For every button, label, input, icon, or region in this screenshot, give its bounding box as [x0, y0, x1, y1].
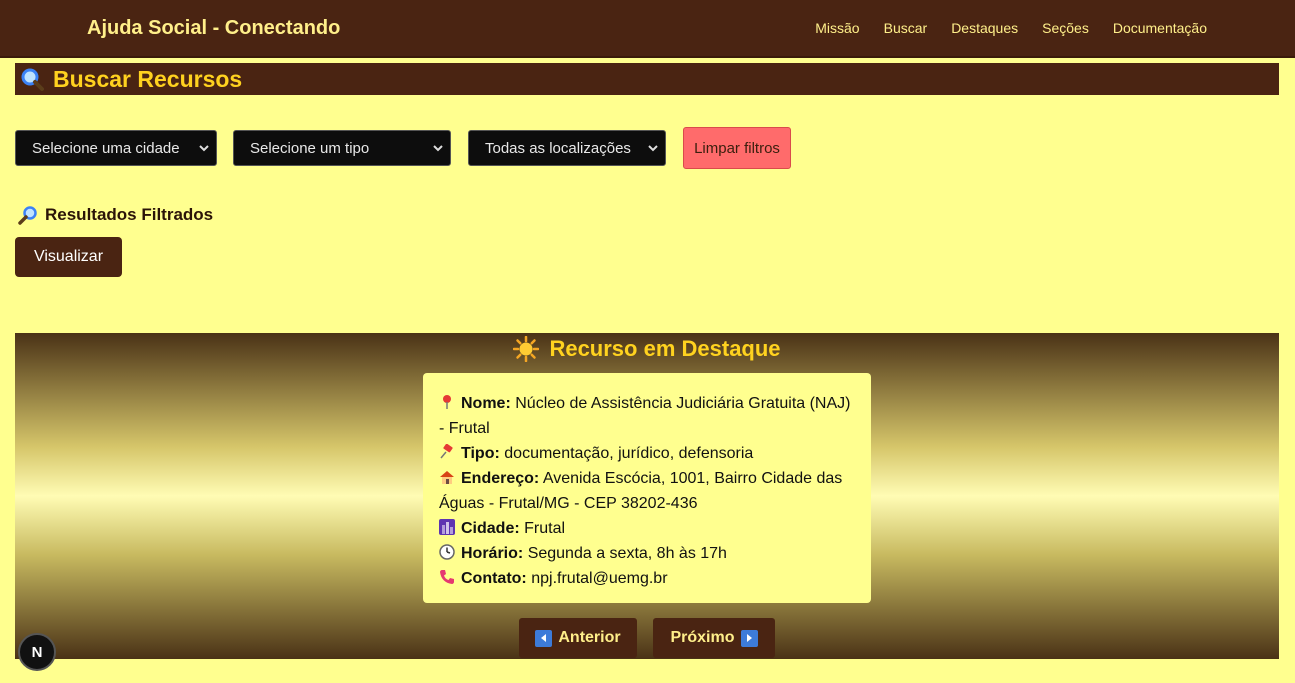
pin-icon [439, 393, 457, 409]
card-row-city: Cidade: Frutal [439, 516, 855, 541]
clock-icon [439, 543, 457, 560]
featured-title: Recurso em Destaque [15, 336, 1279, 362]
location-select-value: Todas as localizações [485, 139, 631, 157]
card-city-label: Cidade: [461, 520, 520, 537]
search-section-title: Buscar Recursos [53, 65, 243, 92]
city-icon [439, 518, 457, 535]
previous-button[interactable]: Anterior [519, 618, 637, 658]
card-contact-label: Contato: [461, 570, 527, 587]
search-section-header: Buscar Recursos [15, 63, 1279, 95]
nav-link-destaques[interactable]: Destaques [951, 20, 1018, 36]
chevron-down-icon [648, 145, 658, 152]
location-select[interactable]: Todas as localizações [468, 130, 666, 166]
pushpin-icon [439, 443, 457, 459]
brand-title[interactable]: Ajuda Social - Conectando [87, 17, 340, 40]
house-icon [439, 468, 457, 484]
card-row-hours: Horário: Segunda a sexta, 8h às 17h [439, 541, 855, 566]
chevron-down-icon [433, 145, 443, 152]
arrow-left-icon [535, 629, 553, 647]
nav-link-secoes[interactable]: Seções [1042, 20, 1089, 36]
card-row-name: Nome: Núcleo de Assistência Judiciária G… [439, 391, 855, 441]
phone-icon [439, 568, 457, 584]
type-select[interactable]: Selecione um tipo [233, 130, 451, 166]
card-type-value: documentação, jurídico, defensoria [504, 445, 754, 462]
results-heading-label: Resultados Filtrados [45, 205, 214, 224]
type-select-value: Selecione um tipo [250, 139, 370, 157]
card-row-address: Endereço: Avenida Escócia, 1001, Bairro … [439, 466, 855, 516]
card-row-contact: Contato: npj.frutal@uemg.br [439, 566, 855, 591]
chevron-down-icon [199, 145, 209, 152]
city-select[interactable]: Selecione uma cidade [15, 130, 217, 166]
top-navbar: Ajuda Social - Conectando Missão Buscar … [0, 0, 1295, 58]
clear-filters-button[interactable]: Limpar filtros [683, 127, 791, 169]
magnifier-icon [19, 66, 45, 92]
view-button[interactable]: Visualizar [15, 237, 122, 277]
nav-link-missao[interactable]: Missão [815, 20, 859, 36]
next-button-label: Próximo [670, 629, 735, 646]
card-address-label: Endereço: [461, 470, 540, 487]
card-type-label: Tipo: [461, 445, 500, 462]
card-name-label: Nome: [461, 395, 511, 412]
nav-link-buscar[interactable]: Buscar [884, 20, 928, 36]
featured-resource-card: Nome: Núcleo de Assistência Judiciária G… [423, 373, 871, 603]
arrow-right-icon [740, 629, 758, 647]
card-row-type: Tipo: documentação, jurídico, defensoria [439, 441, 855, 466]
next-button[interactable]: Próximo [653, 618, 775, 658]
card-contact-value: npj.frutal@uemg.br [531, 570, 668, 587]
results-heading: Resultados Filtrados [18, 205, 213, 225]
card-hours-label: Horário: [461, 545, 524, 562]
nav-link-documentacao[interactable]: Documentação [1113, 20, 1207, 36]
card-hours-value: Segunda a sexta, 8h às 17h [527, 545, 727, 562]
city-select-value: Selecione uma cidade [32, 139, 180, 157]
featured-section: Recurso em Destaque Nome: Núcleo de Assi… [15, 333, 1279, 659]
nextjs-badge[interactable]: N [18, 633, 56, 671]
previous-button-label: Anterior [558, 629, 621, 646]
magnifier-right-icon [18, 206, 37, 225]
card-city-value: Frutal [524, 520, 566, 537]
nav-links: Missão Buscar Destaques Seções Documenta… [815, 20, 1207, 36]
sun-icon [513, 336, 540, 362]
featured-title-label: Recurso em Destaque [549, 336, 781, 361]
